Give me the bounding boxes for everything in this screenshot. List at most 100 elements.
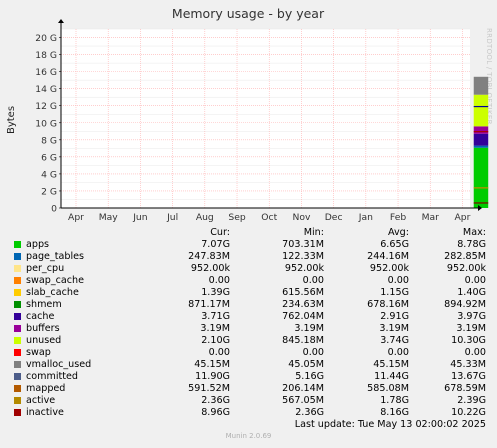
legend-min: 762.04M — [282, 311, 324, 322]
legend-cur: 0.00 — [208, 347, 230, 358]
y-tick-labels: 0 2 G 4 G 6 G 8 G 10 G 12 G 14 G 16 G 18 G 20 G — [35, 33, 57, 214]
legend-avg: 8.16G — [380, 407, 409, 418]
legend-row-swap: swap 0.00 0.00 0.00 0.00 — [0, 347, 497, 359]
area-apps — [473, 147, 489, 208]
x-tick-label: Apr — [68, 212, 84, 223]
legend-name: apps — [26, 239, 50, 250]
legend-min: 45.05M — [288, 359, 324, 370]
legend-avg: 0.00 — [387, 347, 409, 358]
y-tick-label: 16 G — [35, 67, 57, 78]
legend-name: per_cpu — [26, 263, 65, 274]
legend-row-inactive: inactive 8.96G 2.36G 8.16G 10.22G — [0, 407, 497, 419]
legend-row-page_tables: page_tables 247.83M 122.33M 244.16M 282.85M — [0, 251, 497, 263]
legend-name: swap_cache — [26, 275, 85, 286]
legend-swatch — [14, 289, 21, 296]
legend-max: 0.00 — [464, 275, 486, 286]
legend-name: committed — [26, 371, 79, 382]
legend-max: 8.78G — [457, 239, 486, 250]
legend-name: cache — [26, 311, 55, 322]
y-tick-label: 4 G — [41, 169, 57, 180]
legend-max: 3.19M — [456, 323, 486, 334]
legend-max: 3.97G — [457, 311, 486, 322]
legend-swatch — [14, 337, 21, 344]
legend-cur: 45.15M — [194, 359, 230, 370]
legend-swatch — [14, 385, 21, 392]
legend-cur: 7.07G — [201, 239, 230, 250]
legend-avg: 3.74G — [380, 335, 409, 346]
area-slab_cache — [473, 133, 489, 146]
legend-swatch — [14, 361, 21, 368]
legend-avg: 6.65G — [380, 239, 409, 250]
y-axis-arrow — [58, 19, 64, 23]
y-tick-label: 6 G — [41, 152, 57, 163]
legend-cur: 11.90G — [195, 371, 230, 382]
plot-area — [61, 29, 470, 208]
legend-row-vmalloc_used: vmalloc_used 45.15M 45.05M 45.15M 45.33M — [0, 359, 497, 371]
y-tick-label: 2 G — [41, 186, 57, 197]
y-tick-label: 18 G — [35, 50, 57, 61]
x-tick-label: Feb — [390, 212, 406, 223]
legend-cur: 3.71G — [201, 311, 230, 322]
legend-name: vmalloc_used — [26, 359, 92, 370]
y-tick-label: 14 G — [35, 84, 57, 95]
legend-cur: 8.96G — [201, 407, 230, 418]
legend-min: 234.63M — [282, 299, 324, 310]
legend-avg: 244.16M — [367, 251, 409, 262]
legend-min: 122.33M — [282, 251, 324, 262]
legend-name: slab_cache — [26, 287, 79, 298]
legend-name: inactive — [26, 407, 64, 418]
legend-cur: 952.00k — [190, 263, 230, 274]
x-tick-label: Apr — [455, 212, 471, 223]
legend-swatch — [14, 313, 21, 320]
legend-header-avg: Avg: — [387, 227, 409, 238]
x-tick-label: Sep — [228, 212, 245, 223]
legend-cur: 2.10G — [201, 335, 230, 346]
legend-max: 2.39G — [457, 395, 486, 406]
area-page_tables — [473, 145, 489, 148]
legend-header-min: Min: — [303, 227, 324, 238]
legend-row-buffers: buffers 3.19M 3.19M 3.19M 3.19M — [0, 323, 497, 335]
legend-swatch — [14, 277, 21, 284]
x-tick-label: Jan — [358, 212, 373, 223]
legend-min: 615.56M — [282, 287, 324, 298]
legend-swatch — [14, 373, 21, 380]
legend-header: Cur: Min: Avg: Max: — [0, 227, 497, 239]
x-tick-label: Oct — [261, 212, 277, 223]
legend-header-max: Max: — [462, 227, 486, 238]
y-tick-label: 8 G — [41, 135, 57, 146]
legend-row-swap_cache: swap_cache 0.00 0.00 0.00 0.00 — [0, 275, 497, 287]
legend-avg: 45.15M — [373, 359, 409, 370]
legend-row-committed: committed 11.90G 5.16G 11.44G 13.67G — [0, 371, 497, 383]
legend-avg: 952.00k — [369, 263, 409, 274]
legend-row-slab_cache: slab_cache 1.39G 615.56M 1.15G 1.40G — [0, 287, 497, 299]
legend-name: mapped — [26, 383, 66, 394]
y-tick-label: 0 — [51, 204, 57, 215]
legend-cur: 2.36G — [201, 395, 230, 406]
legend-max: 13.67G — [451, 371, 486, 382]
x-tick-label: Aug — [196, 212, 214, 223]
x-tick-label: Mar — [422, 212, 440, 223]
y-tick-label: 12 G — [35, 101, 57, 112]
legend-swatch — [14, 325, 21, 332]
x-tick-label: Jul — [166, 212, 178, 223]
legend-min: 2.36G — [295, 407, 324, 418]
legend-max: 1.40G — [457, 287, 486, 298]
legend-min: 0.00 — [302, 275, 324, 286]
legend-swatch — [14, 349, 21, 356]
legend-swatch — [14, 409, 21, 416]
legend-name: page_tables — [26, 251, 85, 262]
legend-min: 567.05M — [282, 395, 324, 406]
legend-row-cache: cache 3.71G 762.04M 2.91G 3.97G — [0, 311, 497, 323]
legend-min: 3.19M — [294, 323, 324, 334]
legend-max: 282.85M — [444, 251, 486, 262]
legend-min: 845.18M — [282, 335, 324, 346]
legend-row-apps: apps 7.07G 703.31M 6.65G 8.78G — [0, 239, 497, 251]
legend-min: 0.00 — [302, 347, 324, 358]
legend-max: 45.33M — [450, 359, 486, 370]
munin-version: Munin 2.0.69 — [225, 432, 272, 440]
legend-max: 0.00 — [464, 347, 486, 358]
legend-min: 206.14M — [282, 383, 324, 394]
legend-avg: 2.91G — [380, 311, 409, 322]
legend-cur: 247.83M — [188, 251, 230, 262]
legend-avg: 0.00 — [387, 275, 409, 286]
